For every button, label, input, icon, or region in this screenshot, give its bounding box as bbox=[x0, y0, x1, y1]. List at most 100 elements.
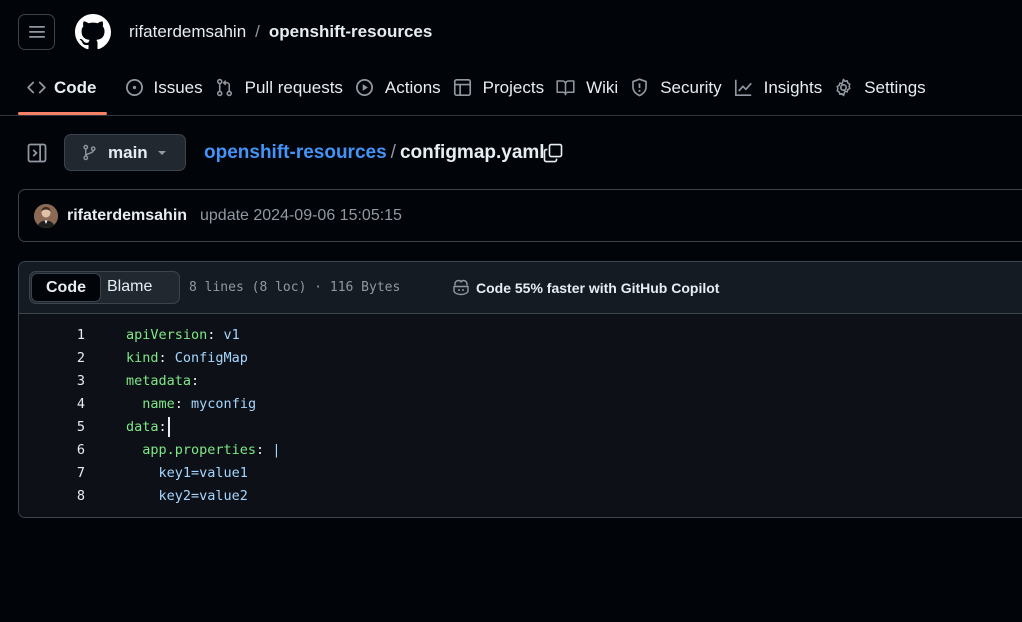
repo-header: rifaterdemsahin / openshift-resources Co… bbox=[0, 0, 1022, 116]
yaml-colon: : bbox=[256, 442, 265, 458]
yaml-value: key2=value2 bbox=[126, 488, 248, 504]
copilot-promo-text: Code 55% faster with GitHub Copilot bbox=[476, 279, 720, 296]
branch-selector-button[interactable]: main bbox=[64, 134, 186, 171]
table-icon bbox=[453, 78, 471, 97]
tab-label: Insights bbox=[763, 78, 823, 97]
tab-label: Wiki bbox=[586, 78, 619, 97]
file-path-repo-link[interactable]: openshift-resources bbox=[204, 142, 387, 164]
code-body[interactable]: 1 apiVersion: v1 2 kind: ConfigMap 3 met… bbox=[19, 314, 1022, 517]
branch-name: main bbox=[108, 143, 148, 162]
line-content: metadata: bbox=[126, 371, 199, 394]
code-line: 7 key1=value1 bbox=[19, 463, 1022, 486]
code-panel: Code Blame 8 lines (8 loc) · 116 Bytes C… bbox=[18, 261, 1022, 518]
yaml-key: name bbox=[126, 396, 175, 412]
line-content: apiVersion: v1 bbox=[126, 325, 240, 348]
line-content: name: myconfig bbox=[126, 394, 256, 417]
line-number[interactable]: 7 bbox=[19, 463, 85, 486]
line-content: kind: ConfigMap bbox=[126, 348, 248, 371]
tab-code[interactable]: Code bbox=[18, 66, 109, 115]
git-branch-icon bbox=[83, 144, 96, 161]
repo-name-link[interactable]: openshift-resources bbox=[269, 22, 432, 42]
yaml-value: key1=value1 bbox=[126, 465, 248, 481]
line-number[interactable]: 3 bbox=[19, 371, 85, 394]
yaml-key: apiVersion bbox=[126, 327, 208, 343]
code-line: 1 apiVersion: v1 bbox=[19, 325, 1022, 348]
tab-label: Actions bbox=[384, 78, 441, 97]
code-blame-toggle: Code Blame bbox=[29, 271, 180, 304]
breadcrumb-separator: / bbox=[255, 22, 260, 41]
repo-owner-link[interactable]: rifaterdemsahin bbox=[129, 22, 246, 42]
tab-issues[interactable]: Issues bbox=[125, 66, 215, 110]
file-path-separator: / bbox=[390, 142, 396, 163]
code-line: 4 name: myconfig bbox=[19, 394, 1022, 417]
breadcrumb: rifaterdemsahin / openshift-resources bbox=[129, 22, 432, 42]
play-icon bbox=[355, 79, 373, 96]
yaml-value: myconfig bbox=[182, 396, 257, 412]
yaml-value: | bbox=[264, 442, 281, 458]
yaml-value: ConfigMap bbox=[166, 350, 248, 366]
line-content: data: bbox=[126, 417, 170, 440]
tab-label: Issues bbox=[153, 78, 203, 97]
blame-view-button[interactable]: Blame bbox=[107, 278, 152, 296]
code-icon bbox=[27, 81, 46, 94]
yaml-key: app.properties bbox=[126, 442, 257, 458]
file-stats: 8 lines (8 loc) · 116 Bytes bbox=[189, 280, 401, 295]
tab-label: Pull requests bbox=[244, 78, 343, 97]
repo-nav-tabs: Code Issues Pull requests Actions Projec… bbox=[0, 66, 1022, 116]
line-number[interactable]: 1 bbox=[19, 325, 85, 348]
code-toolbar: Code Blame 8 lines (8 loc) · 116 Bytes C… bbox=[19, 262, 1022, 314]
code-line: 5 data: bbox=[19, 417, 1022, 440]
line-content: key2=value2 bbox=[126, 486, 248, 509]
line-number[interactable]: 5 bbox=[19, 417, 85, 440]
file-path-breadcrumb: openshift-resources / configmap.yaml bbox=[204, 142, 545, 164]
line-number[interactable]: 4 bbox=[19, 394, 85, 417]
code-view-button[interactable]: Code bbox=[31, 273, 101, 302]
tab-security[interactable]: Security bbox=[630, 66, 733, 110]
github-logo-icon[interactable] bbox=[75, 14, 111, 50]
issue-icon bbox=[125, 79, 143, 96]
line-content: key1=value1 bbox=[126, 463, 248, 486]
copilot-promo-link[interactable]: Code 55% faster with GitHub Copilot bbox=[452, 279, 719, 296]
yaml-key: metadata bbox=[126, 373, 192, 389]
menu-button[interactable] bbox=[18, 14, 55, 50]
yaml-colon: : bbox=[174, 396, 183, 412]
book-icon bbox=[556, 80, 575, 96]
pull-request-icon bbox=[216, 78, 232, 97]
commit-message-link[interactable]: update 2024-09-06 15:05:15 bbox=[200, 207, 402, 225]
tab-settings[interactable]: Settings bbox=[834, 66, 937, 110]
copilot-icon bbox=[453, 279, 469, 296]
graph-icon bbox=[734, 79, 752, 97]
code-line: 2 kind: ConfigMap bbox=[19, 348, 1022, 371]
latest-commit-box: rifaterdemsahin update 2024-09-06 15:05:… bbox=[18, 189, 1022, 242]
tab-actions[interactable]: Actions bbox=[355, 66, 453, 110]
line-number[interactable]: 2 bbox=[19, 348, 85, 371]
gear-icon bbox=[836, 78, 851, 97]
yaml-value: v1 bbox=[215, 327, 240, 343]
line-number[interactable]: 6 bbox=[19, 440, 85, 463]
commit-author-link[interactable]: rifaterdemsahin bbox=[67, 207, 187, 225]
text-cursor bbox=[167, 417, 170, 437]
tab-wiki[interactable]: Wiki bbox=[556, 66, 630, 110]
file-name: configmap.yaml bbox=[399, 142, 545, 163]
code-line: 3 metadata: bbox=[19, 371, 1022, 394]
tab-insights[interactable]: Insights bbox=[734, 66, 835, 110]
avatar[interactable] bbox=[34, 204, 58, 228]
line-content: app.properties: | bbox=[126, 440, 280, 463]
line-number[interactable]: 8 bbox=[19, 486, 85, 509]
code-line: 6 app.properties: | bbox=[19, 440, 1022, 463]
caret-down-icon bbox=[158, 151, 166, 155]
yaml-key: kind bbox=[126, 350, 159, 366]
yaml-colon: : bbox=[158, 350, 167, 366]
hamburger-icon bbox=[28, 26, 45, 38]
yaml-colon: : bbox=[158, 419, 167, 435]
copy-path-icon[interactable] bbox=[543, 143, 563, 163]
tab-projects[interactable]: Projects bbox=[453, 66, 556, 110]
shield-icon bbox=[632, 78, 648, 97]
yaml-key: data bbox=[126, 419, 159, 435]
tab-label: Settings bbox=[864, 78, 926, 97]
tab-pull-requests[interactable]: Pull requests bbox=[215, 66, 355, 110]
code-line: 8 key2=value2 bbox=[19, 486, 1022, 509]
tab-label: Projects bbox=[482, 78, 545, 97]
expand-sidebar-icon[interactable] bbox=[27, 143, 47, 163]
tab-label: Code bbox=[54, 78, 97, 97]
